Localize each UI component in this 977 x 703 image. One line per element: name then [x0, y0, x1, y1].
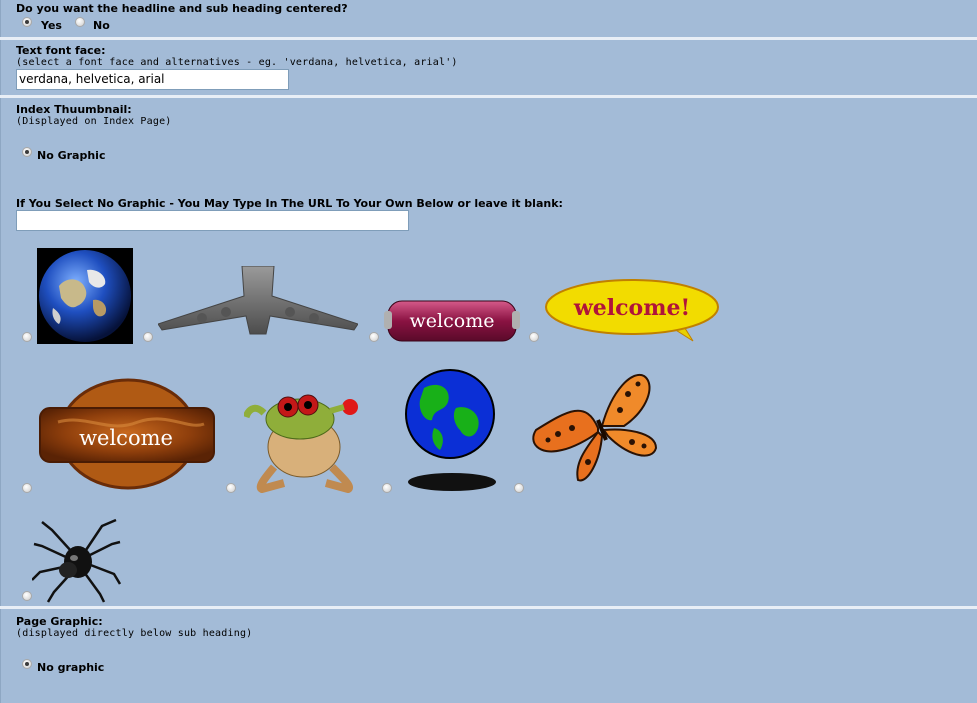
spinning-globe-image [405, 369, 496, 491]
section-divider [0, 37, 977, 40]
butterfly-image [532, 373, 658, 482]
centered-question: Do you want the headline and sub heading… [16, 2, 348, 15]
left-border [0, 0, 1, 703]
font-face-hint: (select a font face and alternatives - e… [16, 57, 458, 68]
centered-yes-radio[interactable] [22, 17, 32, 27]
index-thumbnail-hint: (Displayed on Index Page) [16, 116, 172, 127]
page-no-graphic-label: No graphic [37, 661, 105, 674]
graphic-radio-earth[interactable] [22, 332, 32, 342]
font-face-input[interactable]: verdana, helvetica, arial [16, 69, 289, 90]
graphic-radio-welcome-pill[interactable] [369, 332, 379, 342]
welcome-wood-text: welcome [79, 426, 173, 450]
centered-yes-label: Yes [41, 19, 62, 32]
frog-image [244, 394, 358, 493]
centered-no-label: No [93, 19, 110, 32]
url-prompt: If You Select No Graphic - You May Type … [16, 197, 563, 210]
graphic-radio-welcome-wood[interactable] [22, 483, 32, 493]
graphic-radio-welcome-bubble[interactable] [529, 332, 539, 342]
centered-no-radio[interactable] [75, 17, 85, 27]
graphic-radio-spinning-globe[interactable] [382, 483, 392, 493]
index-no-graphic-radio[interactable] [22, 147, 32, 157]
jet-airplane-image [158, 266, 358, 335]
spider-image [32, 518, 122, 603]
thumbnail-url-input[interactable] [16, 210, 409, 231]
welcome-speech-bubble-image: welcome! [545, 279, 719, 342]
page-no-graphic-radio[interactable] [22, 659, 32, 669]
page-graphic-hint: (displayed directly below sub heading) [16, 628, 253, 639]
font-face-label: Text font face: [16, 44, 106, 57]
index-no-graphic-label: No Graphic [37, 149, 106, 162]
welcome-wood-sign-image: welcome [39, 378, 215, 490]
section-divider [0, 606, 977, 609]
welcome-pill-button-image: welcome [384, 300, 520, 342]
earth-globe-image [37, 248, 133, 344]
graphic-radio-spider[interactable] [22, 591, 32, 601]
graphic-radio-airplane[interactable] [143, 332, 153, 342]
page-graphic-label: Page Graphic: [16, 615, 103, 628]
welcome-pill-text: welcome [410, 310, 495, 332]
welcome-bubble-text: welcome! [573, 295, 690, 321]
index-thumbnail-label: Index Thuumbnail: [16, 103, 132, 116]
graphic-radio-butterfly[interactable] [514, 483, 524, 493]
graphic-radio-frog[interactable] [226, 483, 236, 493]
section-divider [0, 95, 977, 98]
